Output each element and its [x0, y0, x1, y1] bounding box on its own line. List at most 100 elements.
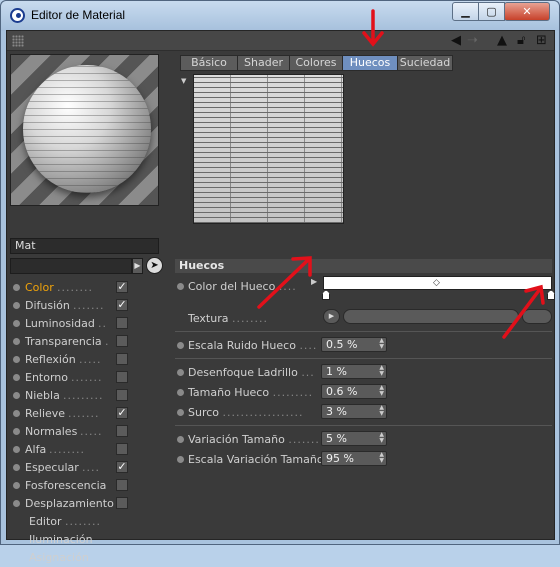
tamano-hueco-input[interactable]: 0.6 % ▲ ▼	[321, 384, 387, 399]
param-label: Escala Ruido Hueco	[188, 339, 296, 352]
tab-suciedad[interactable]: Suciedad	[397, 55, 453, 71]
escala-ruido-input[interactable]: 0.5 % ▲ ▼	[321, 337, 387, 352]
escala-variacion-input[interactable]: 95 % ▲ ▼	[321, 451, 387, 466]
animation-dot-icon[interactable]	[177, 283, 184, 290]
tab-basico[interactable]: Básico	[180, 55, 238, 71]
channel-item[interactable]: Color........ ✓	[11, 279, 161, 297]
lock-icon[interactable]: 🔓︎	[517, 33, 525, 49]
animation-dot-icon[interactable]	[177, 369, 184, 376]
material-preview[interactable]	[10, 54, 159, 206]
channel-item[interactable]: Iluminación	[11, 531, 161, 549]
channel-item[interactable]: Niebla.........	[11, 387, 161, 405]
spinner-arrows-icon[interactable]: ▲ ▼	[379, 338, 384, 350]
channel-label: Entorno	[25, 371, 68, 384]
channel-checkbox[interactable]: ✓	[116, 461, 128, 473]
channel-dots: .......	[68, 407, 100, 420]
channel-checkbox[interactable]: ✓	[116, 407, 128, 419]
variacion-tamano-input[interactable]: 5 % ▲ ▼	[321, 431, 387, 446]
back-arrow-icon[interactable]: ◀	[451, 33, 461, 49]
pointer-icon[interactable]: ➤	[146, 257, 163, 274]
channel-item[interactable]: Relieve....... ✓	[11, 405, 161, 423]
channel-checkbox[interactable]: ✓	[116, 299, 128, 311]
param-label: Textura	[188, 312, 229, 325]
channel-checkbox[interactable]	[116, 371, 128, 383]
minimize-button[interactable]: ▁	[452, 2, 479, 21]
spinner-arrows-icon[interactable]: ▲ ▼	[379, 432, 384, 444]
channel-checkbox[interactable]	[116, 317, 128, 329]
maximize-button[interactable]: ▢	[478, 2, 505, 21]
channel-item[interactable]: Luminosidad..	[11, 315, 161, 333]
channel-checkbox[interactable]	[116, 425, 128, 437]
texture-play-icon[interactable]: ▶	[323, 309, 340, 324]
param-surco: Surco .................. 3 % ▲ ▼	[175, 404, 552, 421]
value: 0.5 %	[326, 338, 358, 351]
desenfoque-input[interactable]: 1 % ▲ ▼	[321, 364, 387, 379]
tab-shader[interactable]: Shader	[237, 55, 290, 71]
window-title: Editor de Material	[31, 8, 126, 22]
channel-item[interactable]: Fosforescencia	[11, 477, 161, 495]
param-variacion-tamano: Variación Tamaño ........ 5 % ▲ ▼	[175, 431, 552, 448]
title-bar[interactable]: Editor de Material ▁ ▢ ✕	[1, 1, 559, 31]
param-label: Escala Variación Tamaño	[188, 453, 324, 466]
channel-item[interactable]: Difusión....... ✓	[11, 297, 161, 315]
channel-checkbox[interactable]	[116, 443, 128, 455]
param-dots: ..................	[222, 406, 304, 419]
forward-arrow-icon[interactable]: ➝	[467, 33, 478, 49]
channel-dot-icon	[13, 338, 20, 345]
channel-dots: ........	[49, 443, 85, 456]
channel-checkbox[interactable]	[116, 389, 128, 401]
up-arrow-icon[interactable]: ▲	[497, 33, 507, 49]
channel-checkbox[interactable]	[116, 353, 128, 365]
animation-dot-icon[interactable]	[177, 342, 184, 349]
value: 95 %	[326, 452, 354, 465]
annotation-arrow-tab	[362, 9, 384, 47]
channel-item[interactable]: Especular.... ✓	[11, 459, 161, 477]
left-panel: Mat ▶ ➤ Color........ ✓ Difusión....... ✓ Lu…	[9, 54, 163, 564]
channel-item[interactable]: Alfa........	[11, 441, 161, 459]
param-escala-ruido-hueco: Escala Ruido Hueco .... 0.5 % ▲ ▼	[175, 337, 552, 354]
channel-checkbox[interactable]: ✓	[116, 281, 128, 293]
param-dots: ........	[288, 433, 325, 446]
grip-icon[interactable]	[12, 35, 24, 47]
surco-input[interactable]: 3 % ▲ ▼	[321, 404, 387, 419]
spinner-arrows-icon[interactable]: ▲ ▼	[379, 385, 384, 397]
channel-item[interactable]: Reflexión.....	[11, 351, 161, 369]
param-label: Variación Tamaño	[188, 433, 285, 446]
spinner-arrows-icon[interactable]: ▲ ▼	[379, 452, 384, 464]
texture-field[interactable]	[343, 309, 519, 324]
tab-huecos[interactable]: Huecos	[342, 55, 398, 71]
channel-item[interactable]: Desplazamiento	[11, 495, 161, 513]
channel-dots: .......	[71, 371, 103, 384]
param-desenfoque-ladrillo: Desenfoque Ladrillo ... 1 % ▲ ▼	[175, 364, 552, 381]
filter-dropdown-arrow-icon[interactable]: ▶	[132, 258, 143, 274]
animation-dot-icon[interactable]	[177, 456, 184, 463]
channel-label: Especular	[25, 461, 79, 474]
channel-item[interactable]: Editor........	[11, 513, 161, 531]
channel-dot-icon	[13, 464, 20, 471]
separator	[175, 358, 552, 359]
material-name-field[interactable]: Mat	[10, 238, 159, 254]
channel-item[interactable]: Transparencia.	[11, 333, 161, 351]
channel-item[interactable]: Entorno.......	[11, 369, 161, 387]
tab-colores[interactable]: Colores	[289, 55, 343, 71]
channel-item[interactable]: Asignación	[11, 549, 161, 567]
close-button[interactable]: ✕	[504, 2, 550, 21]
animation-dot-icon[interactable]	[177, 409, 184, 416]
spinner-arrows-icon[interactable]: ▲ ▼	[379, 405, 384, 417]
gradient-midpoint-diamond-icon[interactable]: ◇	[433, 278, 440, 288]
channel-dot-icon	[13, 392, 20, 399]
channel-checkbox[interactable]	[116, 479, 128, 491]
spinner-arrows-icon[interactable]: ▲ ▼	[379, 365, 384, 377]
channel-filter-field[interactable]	[10, 258, 132, 274]
preview-collapse-arrow-icon[interactable]: ▼	[181, 77, 186, 85]
channel-item[interactable]: Normales.....	[11, 423, 161, 441]
channel-checkbox[interactable]	[116, 335, 128, 347]
cinema4d-app-icon	[10, 8, 25, 23]
channel-checkbox[interactable]	[116, 497, 128, 509]
annotation-arrow-texture	[502, 284, 545, 339]
new-window-icon[interactable]: ⊞	[536, 33, 547, 49]
channel-dot-icon	[13, 446, 20, 453]
param-dots: .........	[272, 386, 314, 399]
animation-dot-icon[interactable]	[177, 389, 184, 396]
animation-dot-icon[interactable]	[177, 436, 184, 443]
